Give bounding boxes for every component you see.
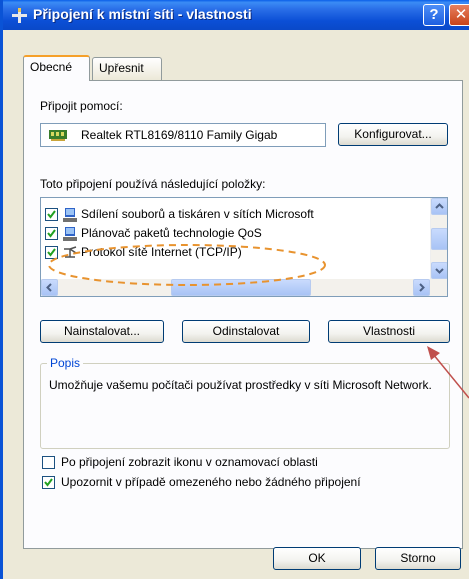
close-button[interactable]: ✕ xyxy=(449,4,469,26)
general-tab-panel: Připojit pomocí: Realtek RTL8169/8110 Fa… xyxy=(23,80,463,549)
chevron-up-icon xyxy=(435,203,444,209)
uninstall-button[interactable]: Odinstalovat xyxy=(182,320,310,343)
scroll-right-button[interactable] xyxy=(413,279,430,296)
description-text: Umožňuje vašemu počítači používat prostř… xyxy=(49,378,432,392)
network-connection-icon xyxy=(12,8,27,23)
configure-button[interactable]: Konfigurovat... xyxy=(338,123,448,146)
scroll-thumb[interactable] xyxy=(431,228,447,250)
item-checkbox[interactable] xyxy=(45,208,58,221)
list-item-label: Sdílení souborů a tiskáren v sítích Micr… xyxy=(81,207,314,221)
horizontal-scroll-thumb[interactable] xyxy=(171,279,311,296)
item-checkbox[interactable] xyxy=(45,246,58,259)
list-item-label: Plánovač paketů technologie QoS xyxy=(81,226,262,240)
components-list[interactable]: Sdílení souborů a tiskáren v sítích Micr… xyxy=(40,197,448,297)
vertical-scrollbar[interactable] xyxy=(430,198,447,279)
tab-general[interactable]: Obecné xyxy=(23,55,90,81)
title-bar[interactable]: Připojení k místní síti - vlastnosti ? ✕ xyxy=(3,0,469,30)
scroll-up-button[interactable] xyxy=(431,198,447,215)
chevron-right-icon xyxy=(419,283,425,292)
protocol-icon xyxy=(64,246,77,258)
network-service-icon xyxy=(63,208,77,222)
window-title: Připojení k místní síti - vlastnosti xyxy=(33,6,252,22)
checkmark-icon xyxy=(47,248,56,257)
list-item-label: Protokol sítě Internet (TCP/IP) xyxy=(81,245,242,259)
show-icon-label: Po připojení zobrazit ikonu v oznamovací… xyxy=(61,455,318,469)
description-title: Popis xyxy=(47,356,84,370)
checkmark-icon xyxy=(44,478,53,487)
chevron-left-icon xyxy=(46,283,52,292)
items-label: Toto připojení používá následující polož… xyxy=(40,177,266,191)
checkmark-icon xyxy=(47,229,56,238)
tab-advanced[interactable]: Upřesnit xyxy=(92,57,162,80)
install-button[interactable]: Nainstalovat... xyxy=(40,320,164,343)
network-adapter-icon xyxy=(49,130,67,141)
network-service-icon xyxy=(63,227,77,241)
horizontal-scrollbar[interactable] xyxy=(41,279,447,296)
checkmark-icon xyxy=(47,210,56,219)
properties-button[interactable]: Vlastnosti xyxy=(328,320,450,343)
properties-dialog: Připojení k místní síti - vlastnosti ? ✕… xyxy=(0,0,469,579)
notify-checkbox[interactable] xyxy=(42,476,55,489)
help-button[interactable]: ? xyxy=(423,4,445,26)
notify-label: Upozornit v případě omezeného nebo žádné… xyxy=(61,475,361,489)
cancel-button[interactable]: Storno xyxy=(375,547,461,570)
scroll-down-button[interactable] xyxy=(431,262,447,279)
ok-button[interactable]: OK xyxy=(273,547,361,570)
adapter-name: Realtek RTL8169/8110 Family Gigab xyxy=(81,128,278,142)
show-icon-checkbox[interactable] xyxy=(42,456,55,469)
adapter-field: Realtek RTL8169/8110 Family Gigab xyxy=(40,123,326,147)
description-group: Popis Umožňuje vašemu počítači používat … xyxy=(40,356,450,449)
chevron-down-icon xyxy=(435,268,444,274)
scroll-left-button[interactable] xyxy=(41,279,58,296)
item-checkbox[interactable] xyxy=(45,227,58,240)
connect-using-label: Připojit pomocí: xyxy=(40,99,123,113)
